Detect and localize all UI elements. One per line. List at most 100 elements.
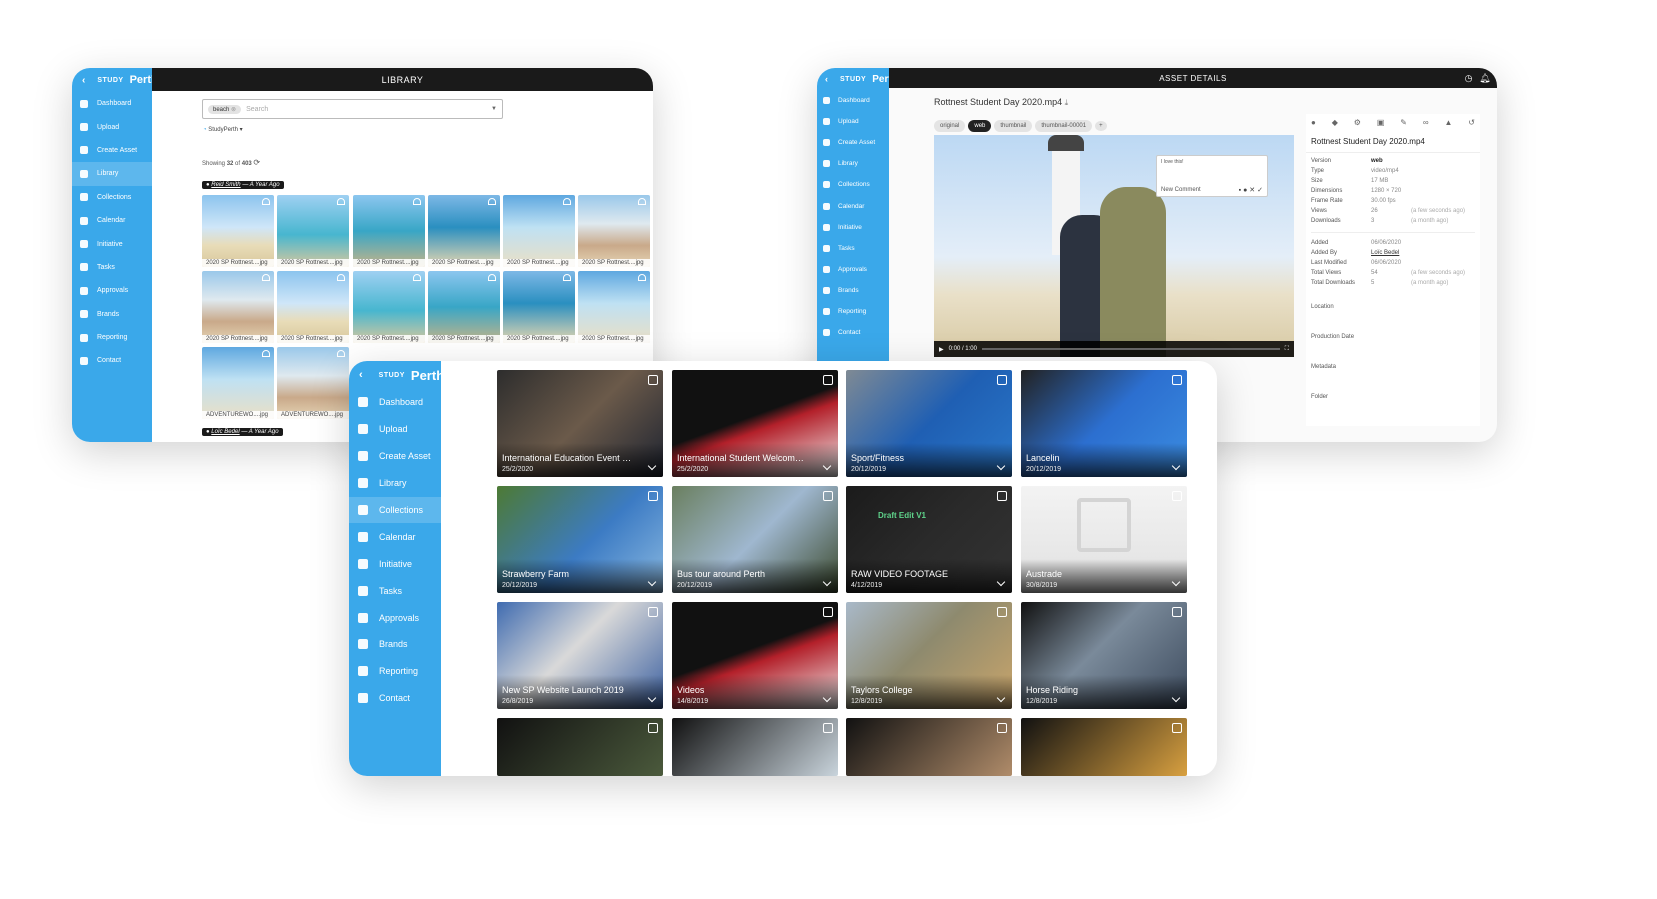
tag-icon[interactable]: ◆ — [1332, 118, 1338, 127]
sidebar-item-upload[interactable]: Upload — [349, 416, 441, 443]
bell-icon[interactable]: 🔔︎ — [1479, 73, 1491, 84]
select-checkbox[interactable] — [823, 607, 833, 617]
sidebar-item-dashboard[interactable]: Dashboard — [72, 92, 152, 115]
collection-tile[interactable]: Videos 14/8/2019 — [672, 602, 838, 709]
sidebar-item-contact[interactable]: Contact — [349, 685, 441, 712]
sidebar-item-dashboard[interactable]: Dashboard — [817, 90, 889, 111]
asset-thumbnail[interactable]: 2020 SP Rottnest....jpg — [578, 195, 650, 267]
collection-tile[interactable]: Strawberry Farm 20/12/2019 — [497, 486, 663, 593]
seek-bar[interactable] — [981, 348, 1280, 350]
favorite-icon[interactable] — [638, 274, 646, 281]
select-checkbox[interactable] — [997, 491, 1007, 501]
asset-thumbnail[interactable]: 2020 SP Rottnest....jpg — [277, 271, 349, 343]
sidebar-item-approvals[interactable]: Approvals — [349, 604, 441, 631]
select-checkbox[interactable] — [823, 375, 833, 385]
favorite-icon[interactable] — [488, 274, 496, 281]
collection-tile[interactable]: Sport/Fitness 20/12/2019 — [846, 370, 1012, 477]
sidebar-item-initiative[interactable]: Initiative — [817, 217, 889, 238]
collection-tile[interactable] — [672, 718, 838, 776]
asset-thumbnail[interactable]: 2020 SP Rottnest....jpg — [202, 195, 274, 267]
sidebar-item-initiative[interactable]: Initiative — [72, 232, 152, 255]
select-checkbox[interactable] — [823, 491, 833, 501]
collection-tile[interactable]: Lancelin 20/12/2019 — [1021, 370, 1187, 477]
select-checkbox[interactable] — [648, 723, 658, 733]
asset-thumbnail[interactable]: 2020 SP Rottnest....jpg — [202, 271, 274, 343]
refresh-icon[interactable]: ⟳ — [253, 158, 260, 167]
sidebar-item-brands[interactable]: Brands — [817, 280, 889, 301]
search-box[interactable]: beach ⊗ Search ▼ — [202, 99, 503, 119]
favorite-icon[interactable] — [337, 198, 345, 205]
settings-icon[interactable]: ⚙ — [1354, 118, 1361, 127]
sidebar-item-library[interactable]: Library — [349, 470, 441, 497]
favorite-icon[interactable] — [262, 350, 270, 357]
collection-icon[interactable]: ▣ — [1377, 118, 1385, 127]
sidebar-item-dashboard[interactable]: Dashboard — [349, 389, 441, 416]
download-icon[interactable]: ⤓ — [1065, 98, 1069, 107]
asset-thumbnail[interactable]: 2020 SP Rottnest....jpg — [503, 271, 575, 343]
select-checkbox[interactable] — [648, 375, 658, 385]
favorite-icon[interactable] — [413, 198, 421, 205]
back-chevron-icon[interactable]: ‹ — [825, 74, 828, 84]
meta-section[interactable]: Production Date — [1311, 324, 1475, 354]
fullscreen-icon[interactable]: ⛶ — [1285, 346, 1289, 353]
asset-thumbnail[interactable]: ADVENTUREWO....jpg — [202, 347, 274, 419]
sidebar-item-approvals[interactable]: Approvals — [817, 259, 889, 280]
back-chevron-icon[interactable]: ‹ — [359, 369, 363, 381]
collection-tile[interactable]: Bus tour around Perth 20/12/2019 — [672, 486, 838, 593]
collection-tile[interactable]: Taylors College 12/8/2019 — [846, 602, 1012, 709]
collection-tile[interactable]: International Student Welcome ... 25/2/20… — [672, 370, 838, 477]
favorite-icon[interactable] — [337, 350, 345, 357]
meta-section[interactable]: Location — [1311, 294, 1475, 324]
select-checkbox[interactable] — [1172, 491, 1182, 501]
favorite-icon[interactable] — [413, 274, 421, 281]
rendition-tab[interactable]: original — [934, 120, 966, 132]
select-checkbox[interactable] — [1172, 375, 1182, 385]
dropdown-caret-icon[interactable]: ▼ — [491, 106, 497, 112]
remove-tag-icon[interactable]: ⊗ — [231, 107, 236, 113]
sidebar-item-create-asset[interactable]: Create Asset — [817, 132, 889, 153]
video-player[interactable]: I love this! New Comment ▪ ● ✕ ✓ ▶ 0:00 … — [934, 135, 1294, 357]
select-checkbox[interactable] — [1172, 607, 1182, 617]
collection-tile[interactable] — [497, 718, 663, 776]
favorite-icon[interactable] — [262, 198, 270, 205]
sidebar-item-initiative[interactable]: Initiative — [349, 550, 441, 577]
favorite-icon[interactable] — [262, 274, 270, 281]
select-checkbox[interactable] — [997, 375, 1007, 385]
sidebar-item-approvals[interactable]: Approvals — [72, 279, 152, 302]
record-icon[interactable]: ● — [1243, 187, 1247, 194]
wrench-icon[interactable]: ✎ — [1400, 118, 1407, 127]
sidebar-item-tasks[interactable]: Tasks — [349, 577, 441, 604]
collection-tile[interactable] — [1021, 718, 1187, 776]
favorite-icon[interactable] — [337, 274, 345, 281]
favorite-icon[interactable] — [563, 274, 571, 281]
asset-thumbnail[interactable]: 2020 SP Rottnest....jpg — [503, 195, 575, 267]
sidebar-item-reporting[interactable]: Reporting — [349, 658, 441, 685]
brand-logo[interactable]: ‹ STUDY Perth — [817, 68, 898, 90]
sidebar-item-reporting[interactable]: Reporting — [817, 301, 889, 322]
select-checkbox[interactable] — [1172, 723, 1182, 733]
rendition-tab[interactable]: web — [968, 120, 992, 132]
favorite-icon[interactable] — [638, 198, 646, 205]
select-checkbox[interactable] — [648, 607, 658, 617]
collection-tile[interactable]: Horse Riding 12/8/2019 — [1021, 602, 1187, 709]
sidebar-item-brands[interactable]: Brands — [349, 631, 441, 658]
info-icon[interactable]: ● — [1311, 118, 1316, 127]
sidebar-item-reporting[interactable]: Reporting — [72, 326, 152, 349]
meta-section[interactable]: Folder — [1311, 384, 1475, 414]
brand-filter[interactable]: ◔ StudyPerth ▾ — [203, 126, 243, 133]
collection-tile[interactable]: International Education Event S... 25/2/2… — [497, 370, 663, 477]
select-checkbox[interactable] — [997, 607, 1007, 617]
favorite-icon[interactable] — [488, 198, 496, 205]
sidebar-item-upload[interactable]: Upload — [817, 111, 889, 132]
check-icon[interactable]: ✓ — [1257, 187, 1263, 194]
favorite-icon[interactable] — [563, 198, 571, 205]
select-checkbox[interactable] — [997, 723, 1007, 733]
asset-thumbnail[interactable]: 2020 SP Rottnest....jpg — [353, 195, 425, 267]
clock-icon[interactable]: ◷ — [1465, 73, 1473, 84]
sidebar-item-tasks[interactable]: Tasks — [817, 238, 889, 259]
asset-thumbnail[interactable]: ADVENTUREWO....jpg — [277, 347, 349, 419]
sidebar-item-tasks[interactable]: Tasks — [72, 256, 152, 279]
rendition-tab[interactable]: thumbnail — [994, 120, 1033, 132]
sidebar-item-contact[interactable]: Contact — [72, 349, 152, 372]
meta-section[interactable]: Metadata — [1311, 354, 1475, 384]
